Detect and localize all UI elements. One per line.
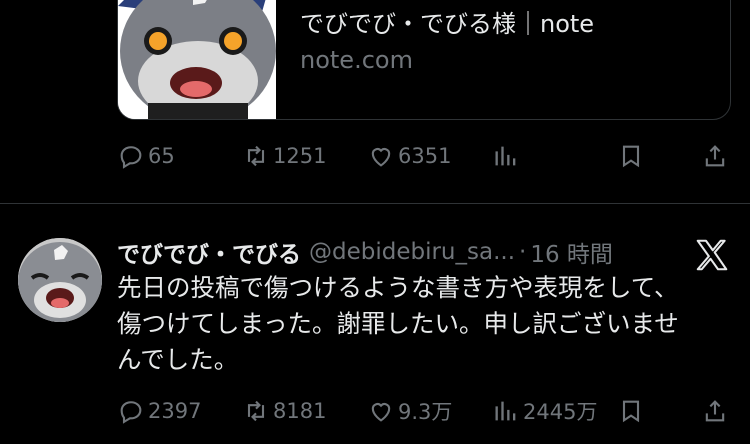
bookmark-icon bbox=[622, 400, 640, 423]
views-button[interactable] bbox=[492, 140, 520, 172]
reply-count: 65 bbox=[148, 144, 175, 168]
retweet-icon bbox=[247, 145, 265, 167]
meta-separator: · bbox=[519, 239, 527, 265]
reply-count: 2397 bbox=[148, 399, 202, 423]
reply-button[interactable]: 65 bbox=[117, 140, 175, 172]
x-logo-icon bbox=[693, 236, 731, 274]
tweet-divider bbox=[0, 203, 750, 204]
bookmark-button[interactable] bbox=[617, 395, 645, 427]
retweet-count: 1251 bbox=[273, 144, 327, 168]
share-button[interactable] bbox=[701, 140, 729, 172]
reply-icon bbox=[120, 146, 142, 169]
card-title: でびでび・でびる様｜note bbox=[300, 10, 595, 38]
like-count: 9.3万 bbox=[398, 400, 453, 424]
like-count: 6351 bbox=[398, 144, 452, 168]
share-button[interactable] bbox=[701, 395, 729, 427]
retweet-button[interactable]: 8181 bbox=[242, 395, 326, 427]
heart-icon bbox=[371, 148, 391, 167]
action-bar: 65 1251 6351 bbox=[117, 140, 731, 172]
tweet-time[interactable]: 16 時間 bbox=[530, 235, 613, 269]
share-icon bbox=[705, 400, 725, 422]
reply-icon bbox=[120, 401, 142, 424]
display-name[interactable]: でびでび・でびる bbox=[117, 235, 301, 269]
view-count: 2445万 bbox=[523, 400, 598, 424]
card-domain: note.com bbox=[300, 46, 413, 74]
analytics-icon bbox=[495, 401, 516, 421]
card-thumbnail-image bbox=[118, 0, 276, 119]
views-button[interactable]: 2445万 bbox=[492, 395, 597, 427]
retweet-button[interactable]: 1251 bbox=[242, 140, 326, 172]
bookmark-button[interactable] bbox=[617, 140, 645, 172]
tweet-text: 先日の投稿で傷つけるような書き方や表現をして、 傷つけてしまった。謝罪したい。申… bbox=[117, 273, 679, 374]
share-icon bbox=[705, 145, 725, 167]
bookmark-icon bbox=[622, 145, 640, 168]
like-button[interactable]: 9.3万 bbox=[367, 395, 452, 427]
link-card[interactable]: でびでび・でびる様｜note note.com bbox=[117, 0, 731, 120]
tweet-header: でびでび・でびる @debidebiru_sa... · 16 時間 bbox=[117, 236, 613, 268]
like-button[interactable]: 6351 bbox=[367, 140, 451, 172]
retweet-count: 8181 bbox=[273, 399, 327, 423]
analytics-icon bbox=[495, 146, 516, 166]
reply-button[interactable]: 2397 bbox=[117, 395, 201, 427]
retweet-icon bbox=[247, 400, 265, 422]
user-handle[interactable]: @debidebiru_sa... bbox=[309, 239, 515, 265]
heart-icon bbox=[371, 403, 391, 422]
avatar[interactable] bbox=[18, 238, 102, 322]
action-bar: 2397 8181 9.3万 2445万 bbox=[117, 395, 731, 427]
